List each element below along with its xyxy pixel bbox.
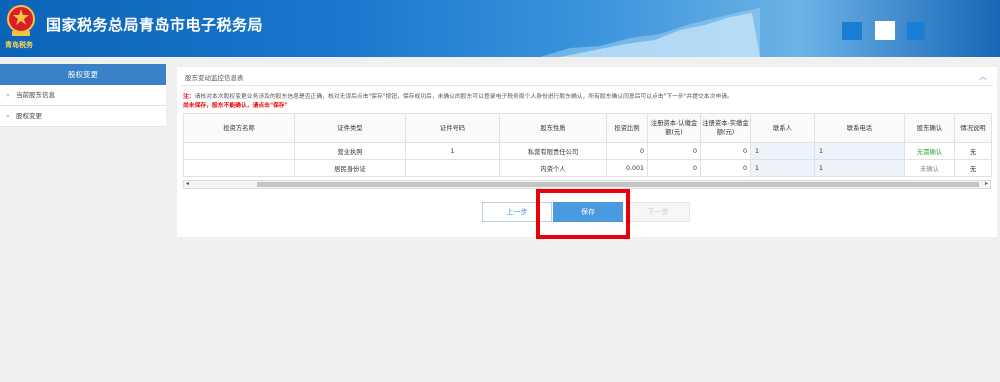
- sidebar-item-label: 当前股东信息: [16, 91, 55, 99]
- col-header: 联系电话: [814, 113, 905, 143]
- cell-nature: 私营有限责任公司: [499, 142, 607, 160]
- cell-subscribed: 0: [647, 142, 701, 160]
- cell-ratio: 0: [606, 142, 648, 160]
- sidebar-item-label: 股权变更: [16, 112, 42, 120]
- site-title: 国家税务总局青岛市电子税务局: [46, 16, 264, 34]
- sidebar-item-equity-change[interactable]: » 股权变更: [0, 106, 166, 127]
- scrollbar-thumb[interactable]: [257, 182, 979, 187]
- sidebar: 股权变更 » 当前股东信息 » 股权变更: [0, 63, 166, 382]
- logo-text: 青岛税务: [5, 40, 33, 49]
- table-row: 营业执照 1 私营有限责任公司 0 0 0 1 1 无需确认 无: [183, 142, 992, 160]
- col-header: 注册资本-实缴金额(元): [700, 113, 751, 143]
- sidebar-heading[interactable]: 股权变更: [0, 64, 166, 85]
- instruction-note: 注：请核对本次股权变更业务涉及的股东信息是否正确，核对无误后点击"保存"按钮，保…: [183, 91, 733, 100]
- cell-remark: 无: [954, 142, 992, 160]
- divider: [181, 85, 993, 86]
- cell-name: [183, 142, 295, 160]
- col-header: 证件类型: [294, 113, 406, 143]
- cell-confirm-status: 无需确认: [904, 142, 955, 160]
- unsaved-warning: 尚未保存，股东不能确认，请点击"保存": [183, 103, 288, 109]
- cell-paid: 0: [700, 159, 751, 177]
- great-wall-graphic: [540, 8, 760, 57]
- col-header: 联系人: [750, 113, 815, 143]
- cell-id-type: 居民身份证: [294, 159, 406, 177]
- cell-id-type: 营业执照: [294, 142, 406, 160]
- header-tile-2[interactable]: [875, 21, 895, 40]
- cell-ratio: 0.001: [606, 159, 648, 177]
- cell-id-no: [405, 159, 500, 177]
- header-tile-3[interactable]: [907, 22, 925, 40]
- table-row: 居民身份证 内资个人 0.001 0 0 1 1 未确认 无: [183, 159, 992, 177]
- col-header: 注册资本-认缴金额(元): [647, 113, 701, 143]
- col-header: 投资比例: [606, 113, 648, 143]
- col-header: 股东性质: [499, 113, 607, 143]
- cell-confirm-status: 未确认: [904, 159, 955, 177]
- contact-input[interactable]: 1: [750, 142, 815, 160]
- site-header: 青岛税务 国家税务总局青岛市电子税务局: [0, 0, 1000, 57]
- header-tile-1[interactable]: [842, 22, 862, 40]
- scroll-right-icon[interactable]: ▸: [985, 180, 988, 187]
- contact-input[interactable]: 1: [750, 159, 815, 177]
- scroll-left-icon[interactable]: ◂: [186, 180, 189, 187]
- cell-remark: 无: [954, 159, 992, 177]
- cell-name: [183, 159, 295, 177]
- panel-title: 股东变动监控信息表: [185, 74, 244, 82]
- save-highlight-box: [536, 189, 630, 239]
- col-header: 股东确认: [904, 113, 955, 143]
- table-header-row: 投资方名称 证件类型 证件号码 股东性质 投资比例 注册资本-认缴金额(元) 注…: [183, 113, 992, 143]
- phone-input[interactable]: 1: [814, 159, 905, 177]
- phone-input[interactable]: 1: [814, 142, 905, 160]
- cell-paid: 0: [700, 142, 751, 160]
- horizontal-scrollbar[interactable]: ◂ ▸: [183, 180, 991, 189]
- cell-id-no: 1: [405, 142, 500, 160]
- col-header: 情况说明: [954, 113, 992, 143]
- tax-emblem-icon: [7, 5, 35, 36]
- sidebar-item-current-shareholders[interactable]: » 当前股东信息: [0, 85, 166, 106]
- next-button[interactable]: 下一步: [626, 202, 690, 222]
- collapse-up-icon[interactable]: ︿: [979, 71, 987, 82]
- bullet-icon: »: [6, 113, 10, 120]
- col-header: 证件号码: [405, 113, 500, 143]
- cell-subscribed: 0: [647, 159, 701, 177]
- col-header: 投资方名称: [183, 113, 295, 143]
- bullet-icon: »: [6, 92, 10, 99]
- shareholder-table: 投资方名称 证件类型 证件号码 股东性质 投资比例 注册资本-认缴金额(元) 注…: [183, 113, 992, 177]
- cell-nature: 内资个人: [499, 159, 607, 177]
